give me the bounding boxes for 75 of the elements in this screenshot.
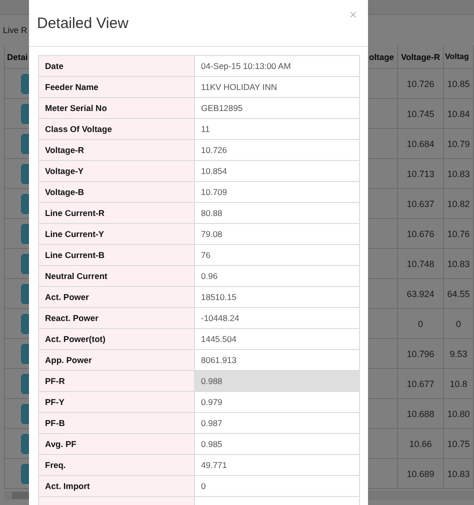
table-cell: 10.82 — [444, 189, 474, 218]
field-label: PF-R — [38, 370, 194, 392]
field-value: -10448.24 — [194, 308, 360, 328]
field-value: 8061.913 — [194, 350, 360, 370]
field-value: 10.709 — [194, 182, 360, 202]
field-value: 0.985 — [194, 434, 360, 454]
table-cell: 10.76 — [444, 219, 474, 248]
modal-title: Detailed View — [37, 14, 128, 32]
field-label: Line Current-R — [38, 202, 194, 224]
table-cell: 10.80 — [444, 399, 474, 428]
field-label: React. Power — [38, 308, 194, 328]
field-value: 10.726 — [194, 140, 360, 160]
table-cell: 10.676 — [398, 219, 444, 248]
table-cell: 10.748 — [398, 249, 444, 278]
field-value: 11KV HOLIDAY INN — [194, 76, 360, 98]
table-cell: 10.75 — [444, 429, 474, 458]
field-label: Act. Import — [38, 476, 194, 496]
table-cell: 10.688 — [398, 399, 444, 428]
field-label: Act. Power(tot) — [38, 328, 194, 350]
field-value: 0 — [194, 476, 360, 496]
field-value: 1445.504 — [194, 328, 360, 350]
field-label: Line Current-B — [38, 244, 194, 266]
field-label: Avg. PF — [38, 434, 194, 454]
field-label: Line Current-Y — [38, 224, 194, 244]
table-cell: 0 — [444, 309, 474, 338]
column-header: Voltage-R — [398, 45, 444, 68]
field-value: 79.08 — [194, 224, 360, 244]
table-cell: 63.924 — [398, 279, 444, 308]
field-label: Act. Power — [38, 286, 194, 308]
field-value: 04-Sep-15 10:13:00 AM — [194, 56, 360, 76]
field-value: 0.988 — [194, 370, 360, 392]
table-cell: 10.8 — [444, 369, 474, 398]
table-cell: 10.637 — [398, 189, 444, 218]
field-value: GEB12895 — [194, 98, 360, 118]
field-label: Neutral Current — [38, 266, 194, 286]
field-value: 0.96 — [194, 266, 360, 286]
field-label: Feeder Name — [38, 76, 194, 98]
table-cell: 0 — [398, 309, 444, 338]
table-cell: 10.689 — [398, 459, 444, 488]
table-cell: 10.84 — [444, 99, 474, 128]
field-value: 0.987 — [194, 412, 360, 434]
field-label: Voltage-B — [38, 182, 194, 202]
table-cell: 10.83 — [444, 249, 474, 278]
table-cell: 10.677 — [398, 369, 444, 398]
table-cell: 10.745 — [398, 99, 444, 128]
field-label: Voltage-Y — [38, 160, 194, 182]
field-label: Date — [38, 56, 194, 76]
table-cell: 9.53 — [444, 339, 474, 368]
table-cell: 10.66 — [398, 429, 444, 458]
field-value: 80.88 — [194, 202, 360, 224]
table-cell: 10.85 — [444, 69, 474, 98]
field-value: 0.979 — [194, 392, 360, 412]
field-label: Class Of Voltage — [38, 118, 194, 140]
table-cell: 10.684 — [398, 129, 444, 158]
table-cell: 10.713 — [398, 159, 444, 188]
table-cell: 10.79 — [444, 129, 474, 158]
field-label: Voltage-R — [38, 140, 194, 160]
field-label: PF-B — [38, 412, 194, 434]
field-value: 11 — [194, 118, 360, 140]
close-button[interactable]: × — [347, 8, 359, 21]
field-value: 10.854 — [194, 160, 360, 182]
table-cell: 10.83 — [444, 459, 474, 488]
field-label: Freq. — [38, 454, 194, 476]
field-value: 76 — [194, 244, 360, 266]
table-cell: 10.726 — [398, 69, 444, 98]
table-cell: 64.55 — [444, 279, 474, 308]
table-cell: 10.796 — [398, 339, 444, 368]
field-label: PF-Y — [38, 392, 194, 412]
table-cell: 10.83 — [444, 159, 474, 188]
field-label: Meter Serial No — [38, 98, 194, 118]
panel-title: Live R — [3, 25, 28, 35]
field-value: 18510.15 — [194, 286, 360, 308]
field-value: 49.771 — [194, 454, 360, 476]
column-header: Voltag — [444, 45, 474, 68]
field-label: App. Power — [38, 350, 194, 370]
